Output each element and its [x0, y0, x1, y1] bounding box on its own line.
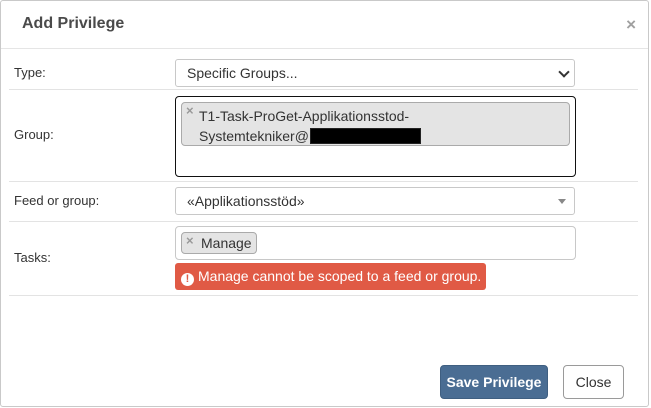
type-select-value: Specific Groups...	[187, 65, 298, 81]
error-message: ! Manage cannot be scoped to a feed or gr…	[175, 263, 486, 290]
tasks-multiselect[interactable]: × Manage	[175, 226, 576, 260]
remove-chip-icon[interactable]: ×	[186, 103, 194, 118]
error-text: Manage cannot be scoped to a feed or gro…	[198, 268, 482, 284]
close-button[interactable]: Close	[563, 365, 624, 399]
type-label: Type:	[14, 65, 46, 80]
group-label: Group:	[14, 127, 54, 142]
group-chip: × T1-Task-ProGet-Applikationsstod- Syste…	[181, 102, 570, 146]
feed-label: Feed or group:	[14, 193, 100, 208]
tasks-label: Tasks:	[14, 250, 51, 265]
exclamation-circle-icon: !	[181, 273, 194, 286]
redacted-block	[309, 128, 421, 144]
feed-select[interactable]: «Applikationsstöd»	[175, 187, 575, 215]
feed-select-value: «Applikationsstöd»	[187, 193, 305, 209]
caret-down-icon	[558, 199, 566, 204]
tasks-chip-text: Manage	[201, 235, 252, 251]
close-icon[interactable]: ×	[626, 15, 636, 35]
group-multiselect[interactable]: × T1-Task-ProGet-Applikationsstod- Syste…	[175, 96, 576, 177]
tasks-chip: × Manage	[181, 232, 257, 254]
dialog-header: Add Privilege ×	[1, 1, 648, 49]
group-chip-text: T1-Task-ProGet-Applikationsstod- Systemt…	[199, 106, 559, 146]
dialog-title: Add Privilege	[22, 15, 125, 32]
remove-chip-icon[interactable]: ×	[186, 233, 194, 248]
add-privilege-dialog: Add Privilege × Type: Specific Groups...…	[0, 0, 649, 407]
group-chip-line2: Systemtekniker@	[199, 128, 309, 144]
chevron-down-icon	[558, 66, 570, 78]
group-chip-line1: T1-Task-ProGet-Applikationsstod-	[199, 108, 410, 124]
save-privilege-button[interactable]: Save Privilege	[440, 365, 548, 399]
type-select[interactable]: Specific Groups...	[175, 59, 575, 87]
